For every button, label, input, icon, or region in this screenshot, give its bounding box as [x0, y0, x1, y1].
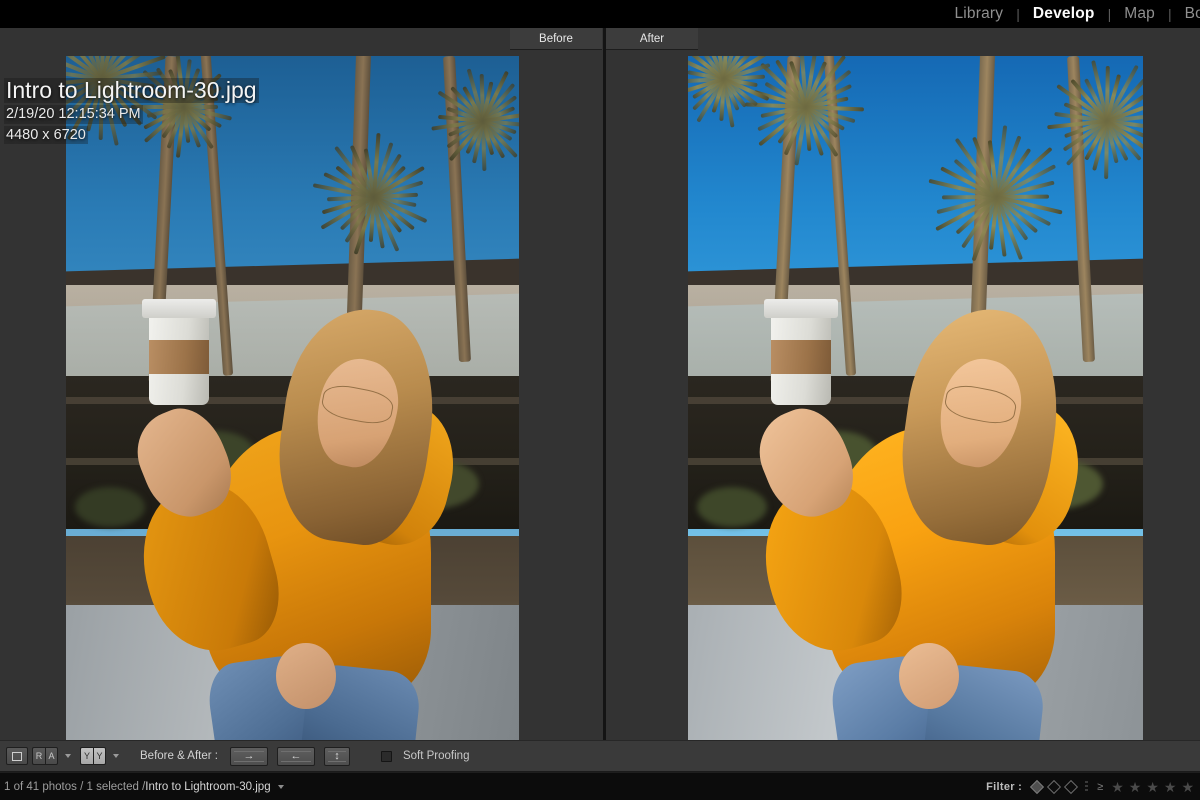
before-label-icon: Y [80, 747, 93, 765]
before-after-chevron-down-icon[interactable] [113, 754, 119, 758]
compare-active-label: A [45, 747, 58, 765]
compare-view-button[interactable]: R A [32, 747, 58, 765]
subject-person [120, 334, 473, 751]
knee [276, 643, 336, 710]
swap-before-after-icon: ↕ [334, 751, 340, 762]
compare-reference-label: R [32, 747, 45, 765]
coffee-cup-lid [764, 299, 839, 318]
copy-after-to-before-button[interactable]: → [230, 747, 268, 766]
filmstrip-status-bar: 1 of 41 photos / 1 selected / Intro to L… [0, 772, 1200, 800]
star-2-icon[interactable]: ★ [1129, 780, 1142, 794]
flag-unflagged-icon[interactable] [1047, 779, 1061, 793]
flag-rejected-icon[interactable] [1064, 779, 1078, 793]
lightroom-develop-window: Library | Develop | Map | Bo [0, 0, 1200, 800]
coffee-cup-lid [142, 299, 216, 318]
module-library[interactable]: Library [941, 5, 1016, 23]
knee [899, 643, 959, 710]
soft-proofing-label: Soft Proofing [403, 750, 469, 762]
compare-chevron-down-icon[interactable] [65, 754, 71, 758]
rating-operator[interactable]: ≥ [1097, 781, 1103, 793]
develop-toolbar: R A Y Y Before & After : → ← ↕ Soft Proo… [0, 740, 1200, 772]
star-rating-filter: ★ ★ ★ ★ ★ [1111, 780, 1194, 794]
status-filename: Intro to Lightroom-30.jpg [145, 781, 270, 793]
before-after-toolbar-label: Before & After : [140, 750, 218, 762]
before-after-tab-row: Before After [0, 28, 1200, 50]
copy-before-to-after-button[interactable]: ← [277, 747, 315, 766]
soft-proofing-checkbox[interactable] [381, 751, 392, 762]
after-photo-scene [688, 56, 1143, 751]
before-photo[interactable] [66, 56, 519, 751]
module-picker-bar: Library | Develop | Map | Bo [0, 0, 1200, 28]
before-after-view-button[interactable]: Y Y [80, 747, 106, 765]
module-book[interactable]: Bo [1172, 5, 1200, 23]
filter-label: Filter : [986, 781, 1022, 793]
filter-divider [1085, 781, 1088, 793]
flag-filter-set [1032, 782, 1076, 792]
module-map[interactable]: Map [1111, 5, 1168, 23]
loupe-view-icon[interactable] [6, 747, 28, 765]
swap-before-after-button[interactable]: ↕ [324, 747, 350, 766]
copy-after-to-before-icon: → [243, 751, 254, 762]
star-4-icon[interactable]: ★ [1164, 780, 1177, 794]
filmstrip-filter-group: Filter : ≥ ★ ★ ★ ★ ★ [986, 780, 1200, 794]
coffee-cup-sleeve [149, 340, 209, 373]
tab-after-label: After [640, 33, 664, 45]
flag-pick-icon[interactable] [1030, 779, 1044, 793]
star-1-icon[interactable]: ★ [1111, 780, 1124, 794]
star-5-icon[interactable]: ★ [1181, 780, 1194, 794]
subject-person [743, 334, 1098, 751]
after-photo[interactable] [688, 56, 1143, 751]
after-label-icon: Y [93, 747, 106, 765]
before-photo-scene [66, 56, 519, 751]
source-chevron-down-icon[interactable] [278, 785, 284, 789]
copy-before-to-after-icon: ← [290, 751, 301, 762]
photo-count-text: 1 of 41 photos / 1 selected / [4, 781, 145, 793]
tab-before-label: Before [539, 33, 573, 45]
develop-image-stage: Before After Intro to Lightroom-30.jpg 2… [0, 28, 1200, 740]
coffee-cup-sleeve [771, 340, 831, 373]
tab-before[interactable]: Before [510, 28, 602, 50]
tab-after[interactable]: After [606, 28, 698, 50]
panel-divider [603, 28, 606, 740]
star-3-icon[interactable]: ★ [1146, 780, 1159, 794]
photo-count-group[interactable]: 1 of 41 photos / 1 selected / Intro to L… [0, 781, 284, 793]
module-develop[interactable]: Develop [1020, 5, 1108, 23]
